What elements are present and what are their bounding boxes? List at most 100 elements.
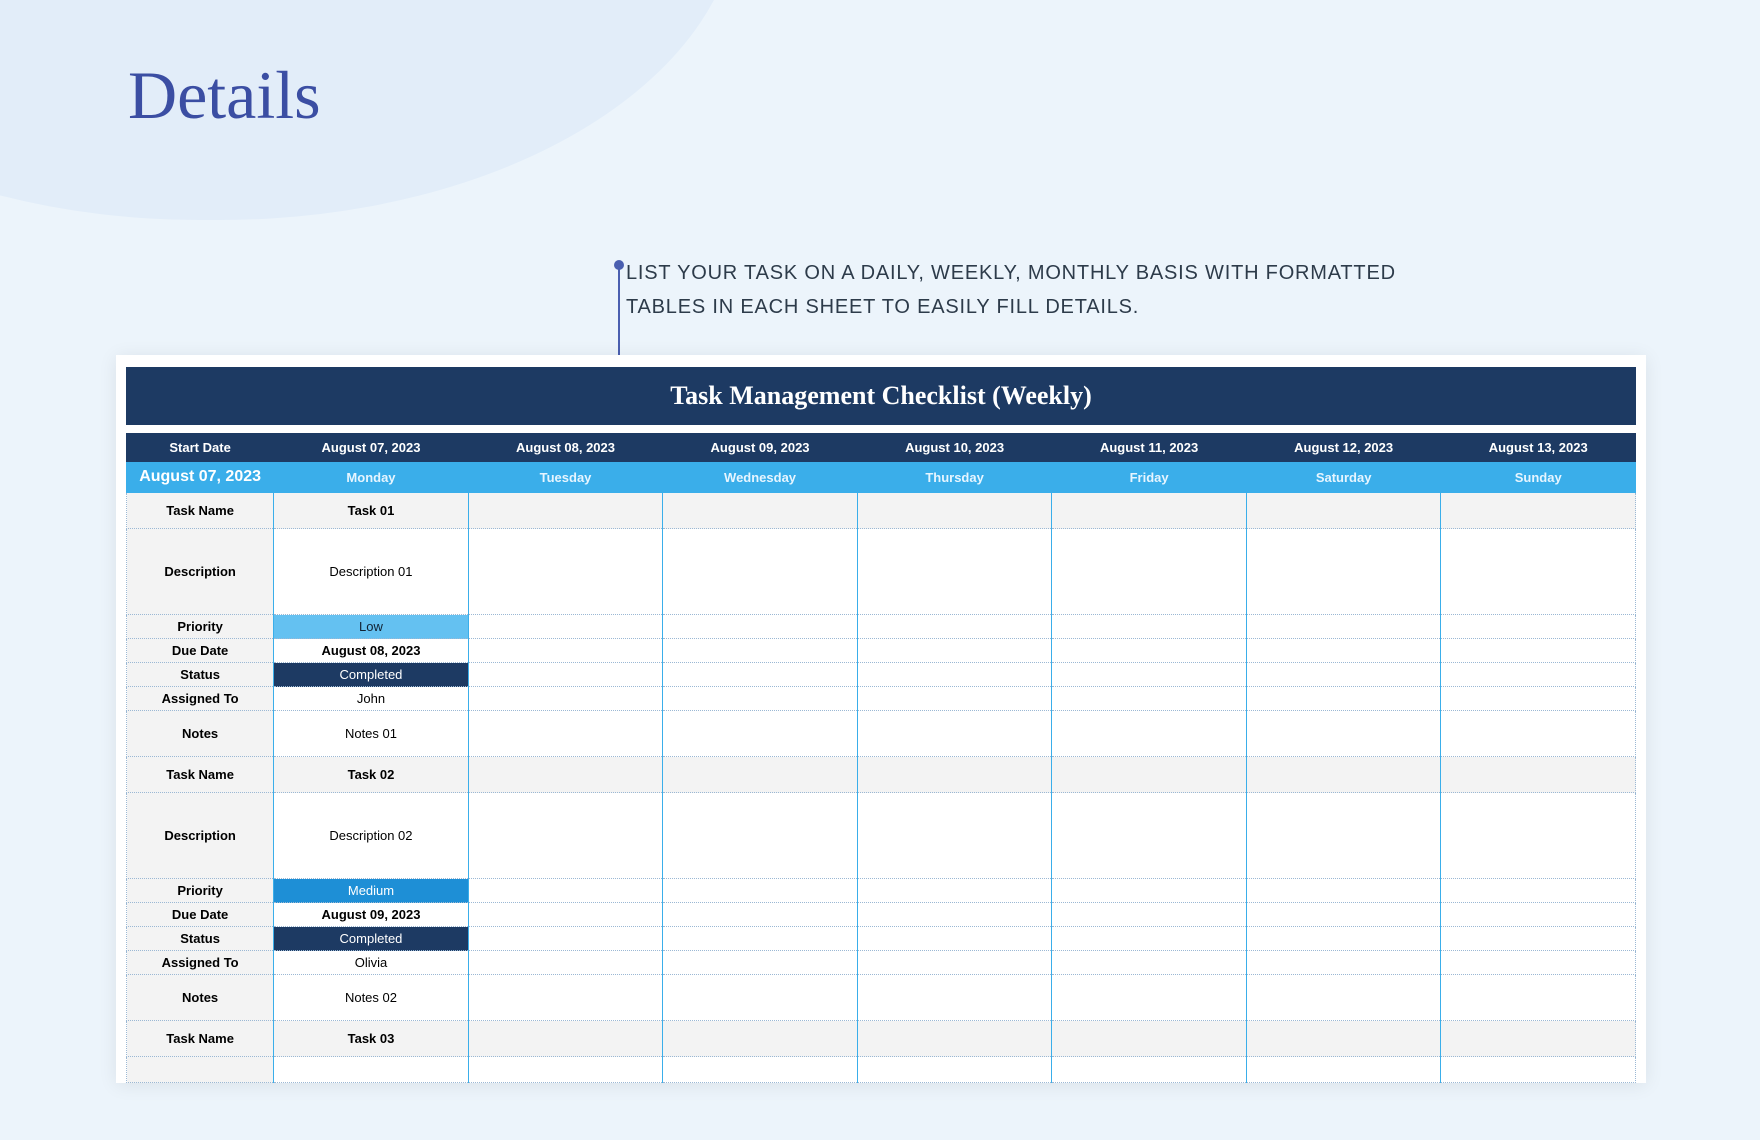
empty-cell[interactable] [663, 493, 858, 529]
empty-cell[interactable] [1052, 903, 1247, 927]
task-0-status[interactable]: Completed [274, 663, 469, 687]
empty-cell[interactable] [1052, 639, 1247, 663]
empty-cell[interactable] [857, 757, 1052, 793]
empty-cell[interactable] [1441, 687, 1636, 711]
empty-cell[interactable] [1246, 493, 1441, 529]
empty-cell[interactable] [663, 615, 858, 639]
empty-cell[interactable] [857, 927, 1052, 951]
empty-cell[interactable] [1441, 639, 1636, 663]
task-0-assigned-to[interactable]: John [274, 687, 469, 711]
empty-cell[interactable] [857, 793, 1052, 879]
empty-cell[interactable] [1441, 793, 1636, 879]
empty-cell[interactable] [663, 793, 858, 879]
empty-cell[interactable] [1246, 663, 1441, 687]
task-1-assigned-to[interactable]: Olivia [274, 951, 469, 975]
empty-cell[interactable] [1052, 757, 1247, 793]
task-0-priority[interactable]: Low [274, 615, 469, 639]
empty-cell[interactable] [857, 951, 1052, 975]
empty-cell[interactable] [1246, 687, 1441, 711]
empty-cell[interactable] [1246, 975, 1441, 1021]
empty-cell[interactable] [1246, 529, 1441, 615]
empty-cell[interactable] [1441, 903, 1636, 927]
empty-cell[interactable] [1441, 529, 1636, 615]
task-1-notes[interactable]: Notes 02 [274, 975, 469, 1021]
empty-cell[interactable] [468, 615, 663, 639]
empty-cell[interactable] [1246, 1057, 1441, 1083]
empty-cell[interactable] [468, 951, 663, 975]
empty-cell[interactable] [1246, 639, 1441, 663]
task-2-name[interactable]: Task 03 [274, 1021, 469, 1057]
empty-cell[interactable] [1052, 1021, 1247, 1057]
empty-cell[interactable] [663, 663, 858, 687]
empty-cell[interactable] [857, 615, 1052, 639]
empty-cell[interactable] [1052, 1057, 1247, 1083]
empty-cell[interactable] [468, 927, 663, 951]
empty-cell[interactable] [1441, 1057, 1636, 1083]
empty-cell[interactable] [1246, 1021, 1441, 1057]
empty-cell[interactable] [857, 529, 1052, 615]
task-1-due-date[interactable]: August 09, 2023 [274, 903, 469, 927]
task-0-name[interactable]: Task 01 [274, 493, 469, 529]
empty-cell[interactable] [468, 879, 663, 903]
task-1-priority[interactable]: Medium [274, 879, 469, 903]
empty-cell[interactable] [857, 1057, 1052, 1083]
empty-cell[interactable] [468, 493, 663, 529]
empty-cell[interactable] [468, 793, 663, 879]
empty-cell[interactable] [857, 663, 1052, 687]
empty-cell[interactable] [663, 927, 858, 951]
empty-cell[interactable] [663, 951, 858, 975]
empty-cell[interactable] [663, 975, 858, 1021]
empty-cell[interactable] [857, 687, 1052, 711]
empty-cell[interactable] [663, 529, 858, 615]
empty-cell[interactable] [857, 879, 1052, 903]
empty-cell[interactable] [1052, 687, 1247, 711]
empty-cell[interactable] [1246, 879, 1441, 903]
empty-cell[interactable] [1052, 663, 1247, 687]
empty-cell[interactable] [1441, 757, 1636, 793]
task-0-notes[interactable]: Notes 01 [274, 711, 469, 757]
empty-cell[interactable] [1246, 793, 1441, 879]
empty-cell[interactable] [857, 903, 1052, 927]
empty-cell[interactable] [1246, 951, 1441, 975]
empty-cell[interactable] [663, 879, 858, 903]
empty-cell[interactable] [663, 757, 858, 793]
empty-cell[interactable] [857, 711, 1052, 757]
empty-cell[interactable] [663, 639, 858, 663]
task-1-description[interactable]: Description 02 [274, 793, 469, 879]
empty-cell[interactable] [1246, 903, 1441, 927]
empty-cell[interactable] [1052, 951, 1247, 975]
empty-cell[interactable] [1246, 711, 1441, 757]
empty-cell[interactable] [274, 1057, 469, 1083]
empty-cell[interactable] [468, 1021, 663, 1057]
empty-cell[interactable] [1052, 879, 1247, 903]
empty-cell[interactable] [1441, 663, 1636, 687]
task-0-description[interactable]: Description 01 [274, 529, 469, 615]
empty-cell[interactable] [857, 493, 1052, 529]
task-0-due-date[interactable]: August 08, 2023 [274, 639, 469, 663]
empty-cell[interactable] [1441, 615, 1636, 639]
task-1-status[interactable]: Completed [274, 927, 469, 951]
empty-cell[interactable] [468, 639, 663, 663]
empty-cell[interactable] [1246, 927, 1441, 951]
empty-cell[interactable] [857, 975, 1052, 1021]
empty-cell[interactable] [1441, 975, 1636, 1021]
empty-cell[interactable] [1441, 1021, 1636, 1057]
empty-cell[interactable] [857, 639, 1052, 663]
empty-cell[interactable] [1441, 879, 1636, 903]
task-1-name[interactable]: Task 02 [274, 757, 469, 793]
empty-cell[interactable] [857, 1021, 1052, 1057]
empty-cell[interactable] [663, 1057, 858, 1083]
empty-cell[interactable] [663, 687, 858, 711]
empty-cell[interactable] [468, 663, 663, 687]
empty-cell[interactable] [468, 687, 663, 711]
empty-cell[interactable] [1441, 711, 1636, 757]
empty-cell[interactable] [663, 903, 858, 927]
empty-cell[interactable] [468, 757, 663, 793]
empty-cell[interactable] [1246, 615, 1441, 639]
empty-cell[interactable] [1052, 493, 1247, 529]
empty-cell[interactable] [1441, 951, 1636, 975]
empty-cell[interactable] [1052, 793, 1247, 879]
empty-cell[interactable] [468, 529, 663, 615]
empty-cell[interactable] [468, 975, 663, 1021]
empty-cell[interactable] [468, 711, 663, 757]
